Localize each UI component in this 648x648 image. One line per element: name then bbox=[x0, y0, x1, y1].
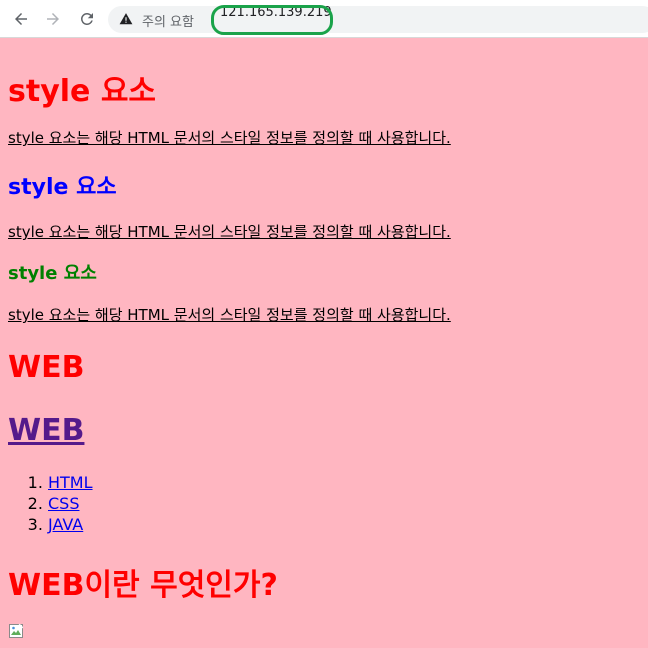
broken-image-icon bbox=[9, 623, 24, 638]
list-item: JAVA bbox=[48, 514, 93, 535]
style-paragraph-1: style 요소는 해당 HTML 문서의 스타일 정보를 정의할 때 사용합니… bbox=[8, 129, 451, 147]
css-link[interactable]: CSS bbox=[48, 494, 79, 513]
warning-icon[interactable] bbox=[119, 12, 133, 26]
list-item: HTML bbox=[48, 472, 93, 493]
style-heading-green: style 요소 bbox=[8, 263, 97, 284]
web-question-heading: WEB이란 무엇인가? bbox=[8, 568, 278, 603]
java-link[interactable]: JAVA bbox=[48, 515, 83, 534]
url-text[interactable]: 121.165.139.219 bbox=[220, 5, 332, 20]
back-button[interactable] bbox=[9, 7, 33, 31]
html-link[interactable]: HTML bbox=[48, 473, 93, 492]
address-bar[interactable]: 주의 요함 bbox=[108, 6, 648, 33]
forward-button[interactable] bbox=[41, 7, 65, 31]
list-item: CSS bbox=[48, 493, 93, 514]
arrow-left-icon bbox=[15, 13, 27, 25]
style-heading-red: style 요소 bbox=[8, 74, 157, 109]
tech-list: HTML CSS JAVA bbox=[8, 472, 93, 535]
reload-icon bbox=[80, 12, 93, 25]
style-heading-blue: style 요소 bbox=[8, 175, 117, 200]
web-heading: WEB bbox=[8, 350, 85, 385]
security-warning-label[interactable]: 주의 요함 bbox=[142, 11, 194, 30]
reload-button[interactable] bbox=[75, 7, 99, 31]
browser-toolbar: 주의 요함 121.165.139.219 bbox=[0, 0, 648, 38]
arrow-right-icon bbox=[47, 13, 59, 25]
style-paragraph-2: style 요소는 해당 HTML 문서의 스타일 정보를 정의할 때 사용합니… bbox=[8, 223, 451, 241]
web-heading-link[interactable]: WEB bbox=[8, 413, 84, 448]
style-paragraph-3: style 요소는 해당 HTML 문서의 스타일 정보를 정의할 때 사용합니… bbox=[8, 306, 451, 324]
